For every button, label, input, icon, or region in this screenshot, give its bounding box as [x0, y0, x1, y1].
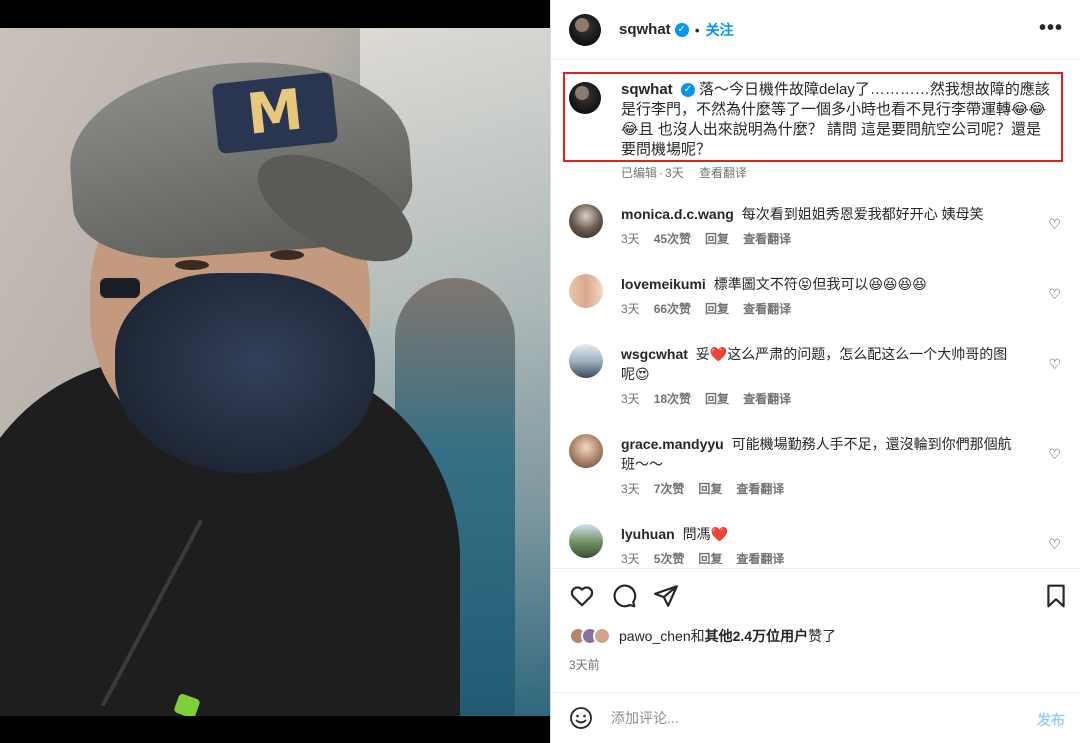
commenter-username[interactable]: grace.mandyyu [621, 436, 724, 452]
comment-item: lovemeikumi 標準圖文不符😝但我可以😆😆😆😆 3天 66次赞 回复 查看翻译… [569, 274, 1069, 317]
comment-time[interactable]: 3天 [621, 302, 640, 316]
heart-icon[interactable]: ♡ [1048, 286, 1061, 303]
post-caption: sqwhat ✓ 落～今日機件故障delay了…………然我想故障的應該是行李門，… [569, 80, 1059, 160]
comment-text: 每次看到姐姐秀恩爱我都好开心 姨母笑 [741, 206, 984, 222]
post-time[interactable]: 3天前 [569, 656, 600, 673]
emoji-icon[interactable] [569, 706, 593, 730]
likes-count[interactable]: 其他2.4万位用户 [705, 628, 808, 644]
cap-logo: M [211, 71, 339, 155]
caption-translate-link[interactable]: 查看翻译 [699, 166, 747, 180]
commenter-username[interactable]: wsgcwhat [621, 346, 688, 362]
commenter-avatar[interactable] [569, 274, 603, 308]
comment-likes[interactable]: 18次赞 [654, 392, 691, 406]
reply-button[interactable]: 回复 [698, 552, 722, 564]
comment-time[interactable]: 3天 [621, 392, 640, 406]
post-actions [551, 568, 1080, 620]
post-photo[interactable]: M [0, 0, 550, 743]
verified-icon: ✓ [674, 22, 689, 37]
caption-username[interactable]: sqwhat [621, 81, 673, 98]
translate-link[interactable]: 查看翻译 [743, 232, 791, 246]
comments-list[interactable]: monica.d.c.wang 每次看到姐姐秀恩爱我都好开心 姨母笑 3天 45次… [551, 196, 1080, 564]
follow-button[interactable]: 关注 [706, 20, 734, 40]
translate-link[interactable]: 查看翻译 [736, 482, 784, 496]
caption-avatar[interactable] [569, 82, 601, 114]
heart-icon[interactable]: ♡ [1048, 216, 1061, 233]
edited-label: 已编辑 [621, 166, 658, 180]
comment-likes[interactable]: 45次赞 [654, 232, 691, 246]
comment-item: monica.d.c.wang 每次看到姐姐秀恩爱我都好开心 姨母笑 3天 45次… [569, 204, 1069, 247]
comment-time[interactable]: 3天 [621, 482, 640, 496]
heart-icon[interactable]: ♡ [1048, 446, 1061, 463]
author-username[interactable]: sqwhat [619, 21, 671, 38]
comment-time[interactable]: 3天 [621, 232, 640, 246]
likes-summary[interactable]: pawo_chen和其他2.4万位用户赞了 [569, 626, 836, 646]
comment-likes[interactable]: 5次赞 [654, 552, 685, 564]
heart-icon[interactable] [569, 583, 595, 609]
reply-button[interactable]: 回复 [705, 232, 729, 246]
commenter-avatar[interactable] [569, 434, 603, 468]
translate-link[interactable]: 查看翻译 [736, 552, 784, 564]
comment-item: grace.mandyyu 可能機場勤務人手不足，還沒輪到你們那個航班～～ 3天… [569, 434, 1069, 497]
comment-likes[interactable]: 66次赞 [654, 302, 691, 316]
comment-compose: 发布 [551, 692, 1080, 743]
author-avatar[interactable] [569, 13, 601, 46]
caption-meta: 已编辑 · 3天 查看翻译 [621, 164, 759, 181]
post-detail-panel: sqwhat ✓ • 关注 ••• sqwhat ✓ 落～今日機件故障delay… [550, 0, 1080, 743]
translate-link[interactable]: 查看翻译 [743, 392, 791, 406]
commenter-username[interactable]: lovemeikumi [621, 276, 706, 292]
heart-icon[interactable]: ♡ [1048, 356, 1061, 373]
heart-icon[interactable]: ♡ [1048, 536, 1061, 553]
comment-likes[interactable]: 7次赞 [654, 482, 685, 496]
commenter-username[interactable]: monica.d.c.wang [621, 206, 734, 222]
comment-icon[interactable] [611, 583, 637, 609]
commenter-avatar[interactable] [569, 204, 603, 238]
reply-button[interactable]: 回复 [705, 302, 729, 316]
separator-dot: • [694, 21, 700, 38]
reply-button[interactable]: 回复 [698, 482, 722, 496]
more-icon[interactable]: ••• [1039, 17, 1063, 40]
commenter-avatar[interactable] [569, 524, 603, 558]
liker-avatar [593, 627, 611, 645]
verified-icon: ✓ [680, 83, 695, 98]
commenter-avatar[interactable] [569, 344, 603, 378]
comment-text: 標準圖文不符😝但我可以😆😆😆😆 [713, 276, 927, 292]
post-comment-button[interactable]: 发布 [1037, 710, 1065, 730]
photo-image: M [0, 28, 550, 716]
post-header: sqwhat ✓ • 关注 ••• [551, 0, 1080, 60]
caption-time[interactable]: 3天 [665, 166, 684, 180]
translate-link[interactable]: 查看翻译 [743, 302, 791, 316]
face-mask [115, 273, 375, 473]
share-icon[interactable] [653, 583, 679, 609]
reply-button[interactable]: 回复 [705, 392, 729, 406]
commenter-username[interactable]: lyuhuan [621, 526, 675, 542]
meta-separator: · [659, 166, 664, 180]
comment-time[interactable]: 3天 [621, 552, 640, 564]
liker-username[interactable]: pawo_chen [619, 628, 691, 644]
bookmark-icon[interactable] [1043, 583, 1069, 609]
comment-item: wsgcwhat 妥❤️这么严肃的问题，怎么配这么一个大帅哥的图呢😍 3天 18次… [569, 344, 1069, 407]
comment-item: lyuhuan 問馮❤️ 3天 5次赞 回复 查看翻译 ♡ [569, 524, 1069, 564]
comment-text: 問馮❤️ [682, 526, 728, 542]
comment-input[interactable] [611, 710, 1011, 726]
